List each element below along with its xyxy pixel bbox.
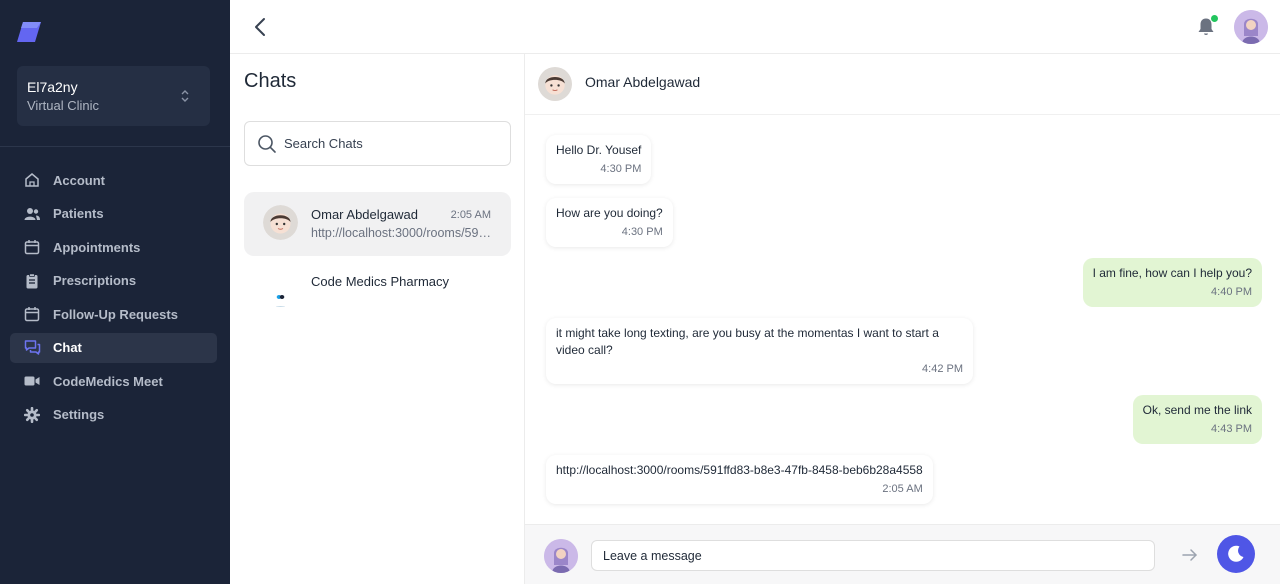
logo-icon <box>17 22 41 42</box>
moon-icon <box>1228 545 1244 562</box>
dark-mode-toggle[interactable] <box>1217 535 1255 573</box>
sidebar-item-label: Appointments <box>53 239 141 255</box>
message-time: 2:05 AM <box>882 483 923 495</box>
message-bubble-incoming: http://localhost:3000/rooms/591ffd83-b8e… <box>546 455 933 504</box>
message-time: 4:40 PM <box>1211 286 1252 298</box>
sidebar-item-settings[interactable]: Settings <box>10 400 217 430</box>
calendar-icon <box>23 305 41 323</box>
org-switcher[interactable]: El7a2ny Virtual Clinic <box>17 66 210 126</box>
sidebar-item-label: Prescriptions <box>53 273 137 288</box>
user-avatar[interactable] <box>1234 10 1268 44</box>
org-subtitle: Virtual Clinic <box>27 98 100 113</box>
message-text: Ok, send me the link <box>1142 403 1252 417</box>
user-avatar <box>544 539 578 573</box>
message-time: 4:43 PM <box>1211 423 1252 435</box>
sidebar-item-account[interactable]: Account <box>10 165 217 195</box>
users-icon <box>23 205 41 223</box>
message-text[interactable]: http://localhost:3000/rooms/591ffd83-b8e… <box>556 462 923 479</box>
message-text: it might take long texting, are you busy… <box>556 326 939 357</box>
sidebar-nav: Account Patients Appointments Prescripti… <box>10 165 217 433</box>
conversation-contact-name: Omar Abdelgawad <box>585 74 701 90</box>
message-bubble-outgoing: Ok, send me the link 4:43 PM <box>1132 395 1262 444</box>
chats-title: Chats <box>244 70 297 92</box>
message-text: How are you doing? <box>556 206 663 220</box>
sidebar-item-label: Chat <box>53 340 82 355</box>
message-input[interactable] <box>591 540 1155 571</box>
message-time: 4:30 PM <box>621 226 663 238</box>
sidebar-item-prescriptions[interactable]: Prescriptions <box>10 266 217 296</box>
message-bubble-incoming: it might take long texting, are you busy… <box>546 318 973 384</box>
video-icon <box>23 372 41 390</box>
chats-panel: Chats Omar Abdelgawad 2:05 AM http://loc… <box>230 54 525 584</box>
notification-dot <box>1211 15 1218 22</box>
pharmacy-logo-icon <box>263 272 298 307</box>
sidebar-item-label: Settings <box>53 407 105 422</box>
sidebar-item-label: Follow-Up Requests <box>53 306 178 322</box>
org-name: El7a2ny <box>27 79 78 95</box>
sidebar-item-label: CodeMedics Meet <box>53 373 163 389</box>
sidebar-item-follow-up-requests[interactable]: Follow-Up Requests <box>10 299 217 329</box>
chevron-up-down-icon <box>181 90 189 102</box>
chat-list-item-code-medics-pharmacy[interactable]: Code Medics Pharmacy <box>244 259 511 323</box>
search-input[interactable] <box>284 136 504 151</box>
chat-icon <box>23 339 41 357</box>
sidebar-item-codemedics-meet[interactable]: CodeMedics Meet <box>10 366 217 396</box>
back-arrow-icon[interactable] <box>250 15 270 39</box>
chat-list-item-omar-abdelgawad[interactable]: Omar Abdelgawad 2:05 AM http://localhost… <box>244 192 511 256</box>
top-bar <box>230 0 1280 54</box>
message-bubble-incoming: Hello Dr. Yousef 4:30 PM <box>546 135 652 184</box>
sidebar-item-label: Patients <box>53 206 104 221</box>
sidebar-item-chat[interactable]: Chat <box>10 332 217 363</box>
message-bubble-outgoing: I am fine, how can I help you? 4:40 PM <box>1082 258 1262 307</box>
send-icon[interactable] <box>1180 545 1200 565</box>
chat-item-preview: http://localhost:3000/rooms/591ffd83-b8e… <box>311 226 491 240</box>
message-composer <box>525 524 1280 584</box>
sidebar-item-appointments[interactable]: Appointments <box>10 232 217 262</box>
contact-avatar <box>263 205 298 240</box>
contact-avatar[interactable] <box>538 67 572 101</box>
chat-item-name: Code Medics Pharmacy <box>311 274 449 289</box>
clipboard-icon <box>23 272 41 290</box>
chat-item-name: Omar Abdelgawad <box>311 207 418 222</box>
sidebar-item-patients[interactable]: Patients <box>10 199 217 229</box>
sidebar: El7a2ny Virtual Clinic Account Patients … <box>0 0 230 584</box>
message-text: I am fine, how can I help you? <box>1092 266 1252 280</box>
home-icon <box>23 171 41 189</box>
gear-icon <box>23 406 41 424</box>
message-bubble-incoming: How are you doing? 4:30 PM <box>546 198 673 247</box>
chat-item-time: 2:05 AM <box>450 209 491 221</box>
message-text: Hello Dr. Yousef <box>556 143 642 157</box>
conversation-header: Omar Abdelgawad <box>525 54 1280 115</box>
sidebar-divider <box>0 146 230 147</box>
message-time: 4:42 PM <box>922 363 963 375</box>
message-time: 4:30 PM <box>600 163 642 175</box>
search-box[interactable] <box>244 121 511 166</box>
search-icon <box>258 134 276 153</box>
calendar-icon <box>23 238 41 256</box>
sidebar-item-label: Account <box>53 172 105 188</box>
